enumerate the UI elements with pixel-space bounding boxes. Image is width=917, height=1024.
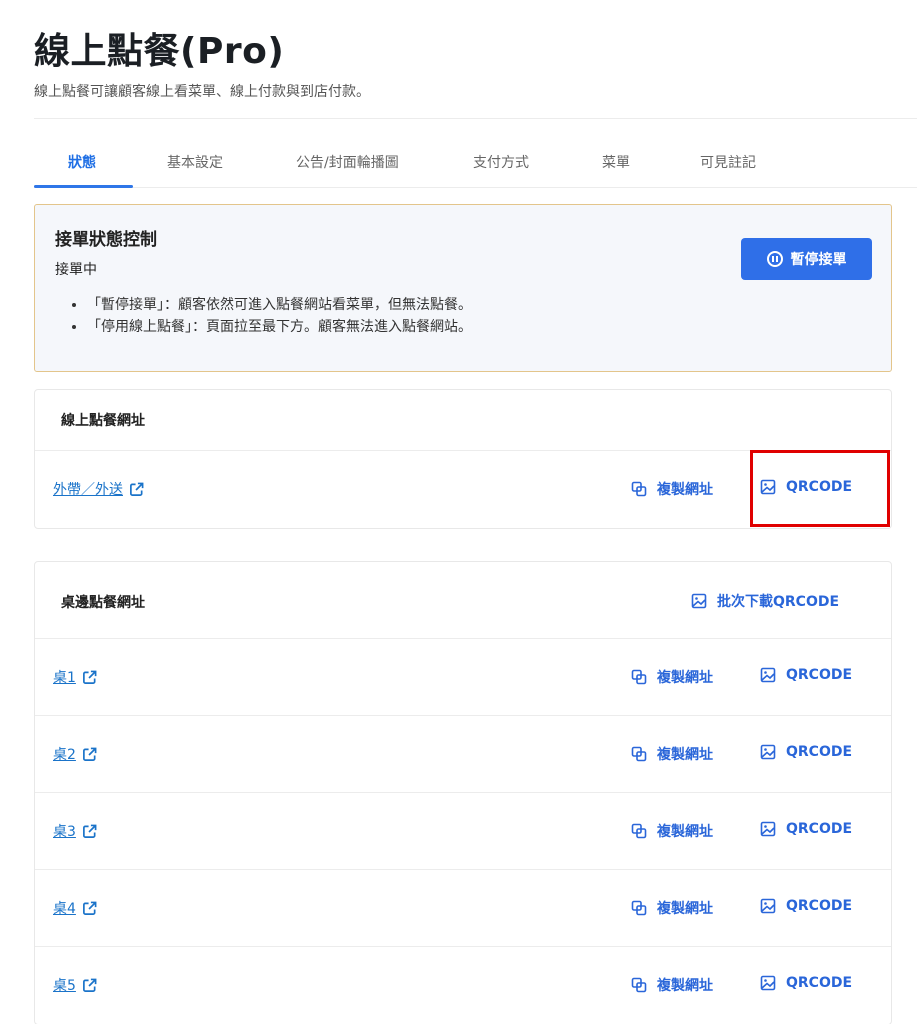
copy-url-button[interactable]: 複製網址 bbox=[631, 821, 713, 841]
external-link-icon bbox=[82, 824, 97, 838]
qrcode-button[interactable]: QRCODE bbox=[760, 898, 852, 914]
external-link-icon bbox=[82, 747, 97, 761]
active-tab-indicator bbox=[34, 185, 133, 188]
qrcode-button[interactable]: QRCODE bbox=[760, 821, 852, 837]
table-3-link[interactable]: 桌3 bbox=[53, 821, 97, 841]
order-status-card: 接單狀態控制 接單中 「暫停接單」：顧客依然可進入點餐網站看菜單，但無法點餐。 … bbox=[34, 204, 892, 372]
tab-visible-notes[interactable]: 可見註記 bbox=[700, 152, 756, 172]
copy-url-button[interactable]: 複製網址 bbox=[631, 479, 713, 499]
table-4-link[interactable]: 桌4 bbox=[53, 898, 97, 918]
online-order-url-panel: 線上點餐網址 外帶／外送 複製網址 QRCODE bbox=[34, 389, 892, 529]
image-icon bbox=[691, 593, 707, 609]
copy-icon bbox=[631, 481, 647, 497]
external-link-icon bbox=[82, 901, 97, 915]
copy-icon bbox=[631, 977, 647, 993]
copy-url-label: 複製網址 bbox=[657, 824, 713, 840]
copy-url-label: 複製網址 bbox=[657, 670, 713, 686]
copy-url-button[interactable]: 複製網址 bbox=[631, 898, 713, 918]
qrcode-label: QRCODE bbox=[786, 744, 853, 760]
qrcode-label: QRCODE bbox=[786, 667, 853, 683]
copy-url-label: 複製網址 bbox=[657, 482, 713, 498]
copy-icon bbox=[631, 900, 647, 916]
qrcode-button[interactable]: QRCODE bbox=[760, 479, 852, 495]
tab-basic-settings[interactable]: 基本設定 bbox=[167, 152, 223, 172]
pause-orders-label: 暫停接單 bbox=[790, 252, 847, 268]
image-icon bbox=[760, 744, 776, 760]
pause-circle-icon bbox=[766, 251, 783, 267]
status-note: 「暫停接單」：顧客依然可進入點餐網站看菜單，但無法點餐。 bbox=[87, 294, 472, 316]
qrcode-label: QRCODE bbox=[786, 898, 853, 914]
online-order-url-header: 線上點餐網址 bbox=[35, 390, 891, 451]
qrcode-label: QRCODE bbox=[786, 975, 853, 991]
copy-icon bbox=[631, 823, 647, 839]
image-icon bbox=[760, 821, 776, 837]
table-label: 桌1 bbox=[53, 670, 76, 686]
url-row-table-3: 桌3 複製網址 QRCODE bbox=[35, 793, 891, 870]
page-title: 線上點餐(Pro) bbox=[34, 31, 285, 72]
external-link-icon bbox=[130, 482, 144, 496]
tab-status[interactable]: 狀態 bbox=[68, 152, 96, 172]
title-divider bbox=[34, 118, 917, 119]
copy-icon bbox=[631, 669, 647, 685]
url-row-table-1: 桌1 複製網址 QRCODE bbox=[35, 639, 891, 716]
external-link-icon bbox=[82, 670, 97, 684]
tab-bar: 狀態 基本設定 公告/封面輪播圖 支付方式 菜單 可見註記 bbox=[34, 140, 917, 188]
image-icon bbox=[760, 898, 776, 914]
qrcode-label: QRCODE bbox=[786, 821, 853, 837]
qrcode-label: QRCODE bbox=[786, 479, 853, 495]
tab-payment-methods[interactable]: 支付方式 bbox=[473, 152, 529, 172]
copy-url-label: 複製網址 bbox=[657, 978, 713, 994]
batch-download-label: 批次下載QRCODE bbox=[717, 594, 840, 610]
copy-url-button[interactable]: 複製網址 bbox=[631, 667, 713, 687]
pause-orders-button[interactable]: 暫停接單 bbox=[741, 238, 872, 280]
qrcode-button[interactable]: QRCODE bbox=[760, 744, 852, 760]
copy-icon bbox=[631, 746, 647, 762]
url-row-table-5: 桌5 複製網址 QRCODE bbox=[35, 947, 891, 1024]
table-label: 桌3 bbox=[53, 824, 76, 840]
qrcode-button[interactable]: QRCODE bbox=[760, 975, 852, 991]
tab-announcement-banner[interactable]: 公告/封面輪播圖 bbox=[296, 152, 399, 172]
table-order-url-title: 桌邊點餐網址 bbox=[61, 595, 145, 611]
status-card-heading: 接單狀態控制 bbox=[55, 230, 157, 250]
copy-url-button[interactable]: 複製網址 bbox=[631, 744, 713, 764]
order-status-text: 接單中 bbox=[55, 262, 97, 278]
image-icon bbox=[760, 975, 776, 991]
tab-menu[interactable]: 菜單 bbox=[602, 152, 630, 172]
online-order-url-title: 線上點餐網址 bbox=[61, 413, 145, 429]
page-subtitle: 線上點餐可讓顧客線上看菜單、線上付款與到店付款。 bbox=[34, 84, 370, 100]
url-row-table-4: 桌4 複製網址 QRCODE bbox=[35, 870, 891, 947]
external-link-icon bbox=[82, 978, 97, 992]
table-order-url-panel: 桌邊點餐網址 批次下載QRCODE 桌1 複製網址 QRCODE 桌2 複製網址 bbox=[34, 561, 892, 1024]
url-row-table-2: 桌2 複製網址 QRCODE bbox=[35, 716, 891, 793]
status-note: 「停用線上點餐」：頁面拉至最下方。顧客無法進入點餐網站。 bbox=[87, 316, 472, 338]
table-5-link[interactable]: 桌5 bbox=[53, 975, 97, 995]
copy-url-button[interactable]: 複製網址 bbox=[631, 975, 713, 995]
image-icon bbox=[760, 479, 776, 495]
takeout-delivery-label: 外帶／外送 bbox=[53, 482, 123, 498]
table-order-url-header: 桌邊點餐網址 批次下載QRCODE bbox=[35, 562, 891, 639]
table-label: 桌2 bbox=[53, 747, 76, 763]
status-notes-list: 「暫停接單」：顧客依然可進入點餐網站看菜單，但無法點餐。 「停用線上點餐」：頁面… bbox=[87, 294, 472, 338]
takeout-delivery-link[interactable]: 外帶／外送 bbox=[53, 479, 144, 499]
table-1-link[interactable]: 桌1 bbox=[53, 667, 97, 687]
table-label: 桌4 bbox=[53, 901, 76, 917]
table-2-link[interactable]: 桌2 bbox=[53, 744, 97, 764]
table-label: 桌5 bbox=[53, 978, 76, 994]
qrcode-button[interactable]: QRCODE bbox=[760, 667, 852, 683]
batch-download-qrcode-button[interactable]: 批次下載QRCODE bbox=[691, 591, 839, 611]
copy-url-label: 複製網址 bbox=[657, 747, 713, 763]
image-icon bbox=[760, 667, 776, 683]
url-row-takeout: 外帶／外送 複製網址 QRCODE bbox=[35, 451, 891, 528]
copy-url-label: 複製網址 bbox=[657, 901, 713, 917]
